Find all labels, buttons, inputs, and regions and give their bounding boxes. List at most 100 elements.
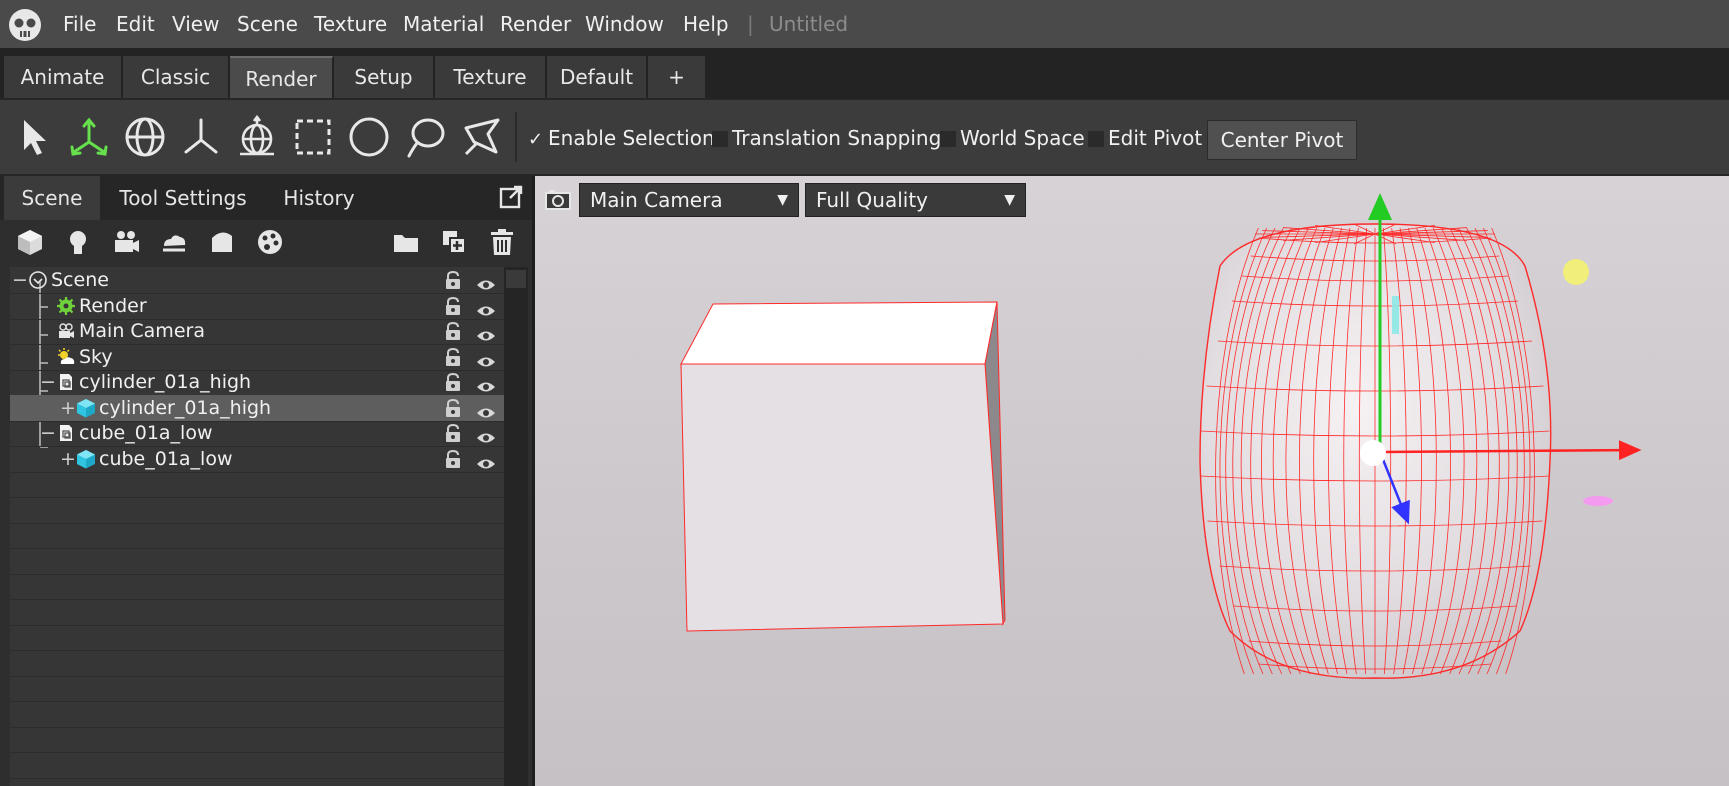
collapse-icon[interactable]: −: [12, 267, 28, 294]
tab-classic[interactable]: Classic: [123, 56, 229, 98]
polygon-select-icon[interactable]: [458, 114, 504, 160]
lock-icon[interactable]: [444, 372, 462, 392]
center-pivot-button[interactable]: Center Pivot: [1207, 120, 1357, 160]
menu-render[interactable]: Render: [500, 0, 571, 48]
lasso-select-icon[interactable]: [402, 114, 448, 160]
visibility-eye-icon[interactable]: [476, 401, 496, 417]
tree-row[interactable]: + cube_01a_low: [10, 446, 504, 473]
light-marker[interactable]: [1563, 259, 1589, 285]
tree-row-label: Sky: [79, 345, 113, 368]
tab-tool-settings[interactable]: Tool Settings: [104, 176, 262, 220]
add-light-icon[interactable]: [62, 226, 94, 258]
scale-axes-icon[interactable]: [178, 114, 224, 160]
visibility-eye-icon[interactable]: [476, 299, 496, 315]
quality-select-value: Full Quality: [816, 188, 929, 212]
lock-icon[interactable]: [444, 398, 462, 418]
camera-target-marker[interactable]: [1583, 496, 1613, 506]
collapse-icon[interactable]: −: [40, 420, 56, 447]
translation-snapping-checkbox[interactable]: Translation Snapping: [712, 116, 941, 160]
tree-row-empty: [10, 726, 504, 753]
camera-select-dropdown[interactable]: Main Camera ▼: [579, 183, 799, 217]
render-gear-icon: [56, 296, 76, 316]
add-tab-button[interactable]: +: [648, 56, 706, 98]
menu-help[interactable]: Help: [683, 0, 729, 48]
tree-row-empty: [10, 675, 504, 702]
visibility-eye-icon[interactable]: [476, 375, 496, 392]
collapse-icon[interactable]: −: [40, 369, 56, 396]
tree-row[interactable]: − Scene: [10, 267, 504, 294]
world-space-label: World Space: [960, 126, 1085, 150]
tab-render[interactable]: Render: [230, 56, 333, 98]
visibility-eye-icon[interactable]: [476, 273, 496, 290]
tree-scrollbar[interactable]: [504, 267, 528, 786]
tree-row-empty: [10, 522, 504, 549]
menu-window[interactable]: Window: [585, 0, 664, 48]
tab-history[interactable]: History: [266, 176, 372, 220]
tree-row-empty: [10, 701, 504, 728]
tree-row[interactable]: Main Camera: [10, 318, 504, 345]
tab-texture[interactable]: Texture: [435, 56, 546, 98]
menu-material[interactable]: Material: [403, 0, 484, 48]
rotate-gizmo-icon[interactable]: [122, 114, 168, 160]
world-space-checkbox[interactable]: World Space: [940, 116, 1085, 160]
visibility-eye-icon[interactable]: [476, 452, 496, 468]
title-separator: |: [747, 12, 754, 36]
folder-icon[interactable]: [390, 226, 422, 258]
add-mesh-icon[interactable]: [14, 226, 46, 258]
lock-icon[interactable]: [444, 347, 462, 367]
tree-row[interactable]: + cylinder_01a_high: [10, 394, 504, 422]
add-material-icon[interactable]: [254, 226, 286, 258]
lock-icon[interactable]: [444, 296, 462, 316]
viewport-camera-icon[interactable]: [544, 188, 572, 212]
tab-setup[interactable]: Setup: [334, 56, 434, 98]
tree-row[interactable]: − cylinder_01a_high: [10, 369, 504, 396]
lock-icon[interactable]: [444, 321, 462, 341]
app-logo-icon: [8, 8, 42, 42]
visibility-eye-icon[interactable]: [476, 324, 496, 341]
menu-texture[interactable]: Texture: [314, 0, 387, 48]
lock-icon[interactable]: [444, 449, 462, 469]
menu-file[interactable]: File: [63, 0, 96, 48]
visibility-eye-icon[interactable]: [476, 350, 496, 366]
tab-scene[interactable]: Scene: [4, 176, 100, 220]
checkbox-box: [1088, 131, 1104, 147]
checkmark-icon: ✓: [528, 129, 544, 150]
move-gizmo-icon[interactable]: [66, 114, 112, 160]
add-shape-icon[interactable]: [206, 226, 238, 258]
tree-row-label: cylinder_01a_high: [79, 371, 252, 393]
tree-row[interactable]: − cube_01a_low: [10, 420, 504, 447]
menu-scene[interactable]: Scene: [237, 0, 298, 48]
duplicate-icon[interactable]: [438, 226, 470, 258]
add-sky-icon[interactable]: [158, 226, 190, 258]
box-select-icon[interactable]: [290, 114, 336, 160]
expand-icon[interactable]: +: [60, 446, 76, 473]
cube-mesh[interactable]: [680, 301, 1006, 632]
add-camera-icon[interactable]: [110, 226, 142, 258]
tab-default[interactable]: Default: [547, 56, 647, 98]
scene-icon: [28, 270, 48, 290]
3d-viewport[interactable]: [535, 176, 1729, 786]
tree-row-label: cylinder_01a_high: [99, 396, 272, 419]
camera-select-value: Main Camera: [590, 188, 723, 212]
enable-selection-checkbox[interactable]: ✓ Enable Selection: [528, 116, 715, 160]
lock-icon[interactable]: [444, 270, 462, 290]
scroll-up-button[interactable]: [506, 270, 526, 288]
tree-row[interactable]: Render: [10, 293, 504, 320]
expand-icon[interactable]: +: [60, 395, 76, 422]
visibility-eye-icon[interactable]: [476, 426, 496, 443]
quality-select-dropdown[interactable]: Full Quality ▼: [805, 183, 1026, 217]
circle-select-icon[interactable]: [346, 114, 392, 160]
menu-view[interactable]: View: [172, 0, 219, 48]
menu-edit[interactable]: Edit: [116, 0, 155, 48]
edit-pivot-checkbox[interactable]: Edit Pivot: [1088, 116, 1202, 160]
popout-icon[interactable]: [498, 184, 524, 210]
mesh-file-icon: [56, 372, 76, 392]
tree-row-label: Render: [79, 294, 147, 317]
trash-icon[interactable]: [486, 226, 518, 258]
tree-row[interactable]: Sky: [10, 344, 504, 371]
mesh-cube-icon: [76, 398, 96, 418]
lock-icon[interactable]: [444, 423, 462, 443]
universal-gizmo-icon[interactable]: [234, 114, 280, 160]
tab-animate[interactable]: Animate: [4, 56, 122, 98]
select-arrow-icon[interactable]: [14, 114, 60, 160]
